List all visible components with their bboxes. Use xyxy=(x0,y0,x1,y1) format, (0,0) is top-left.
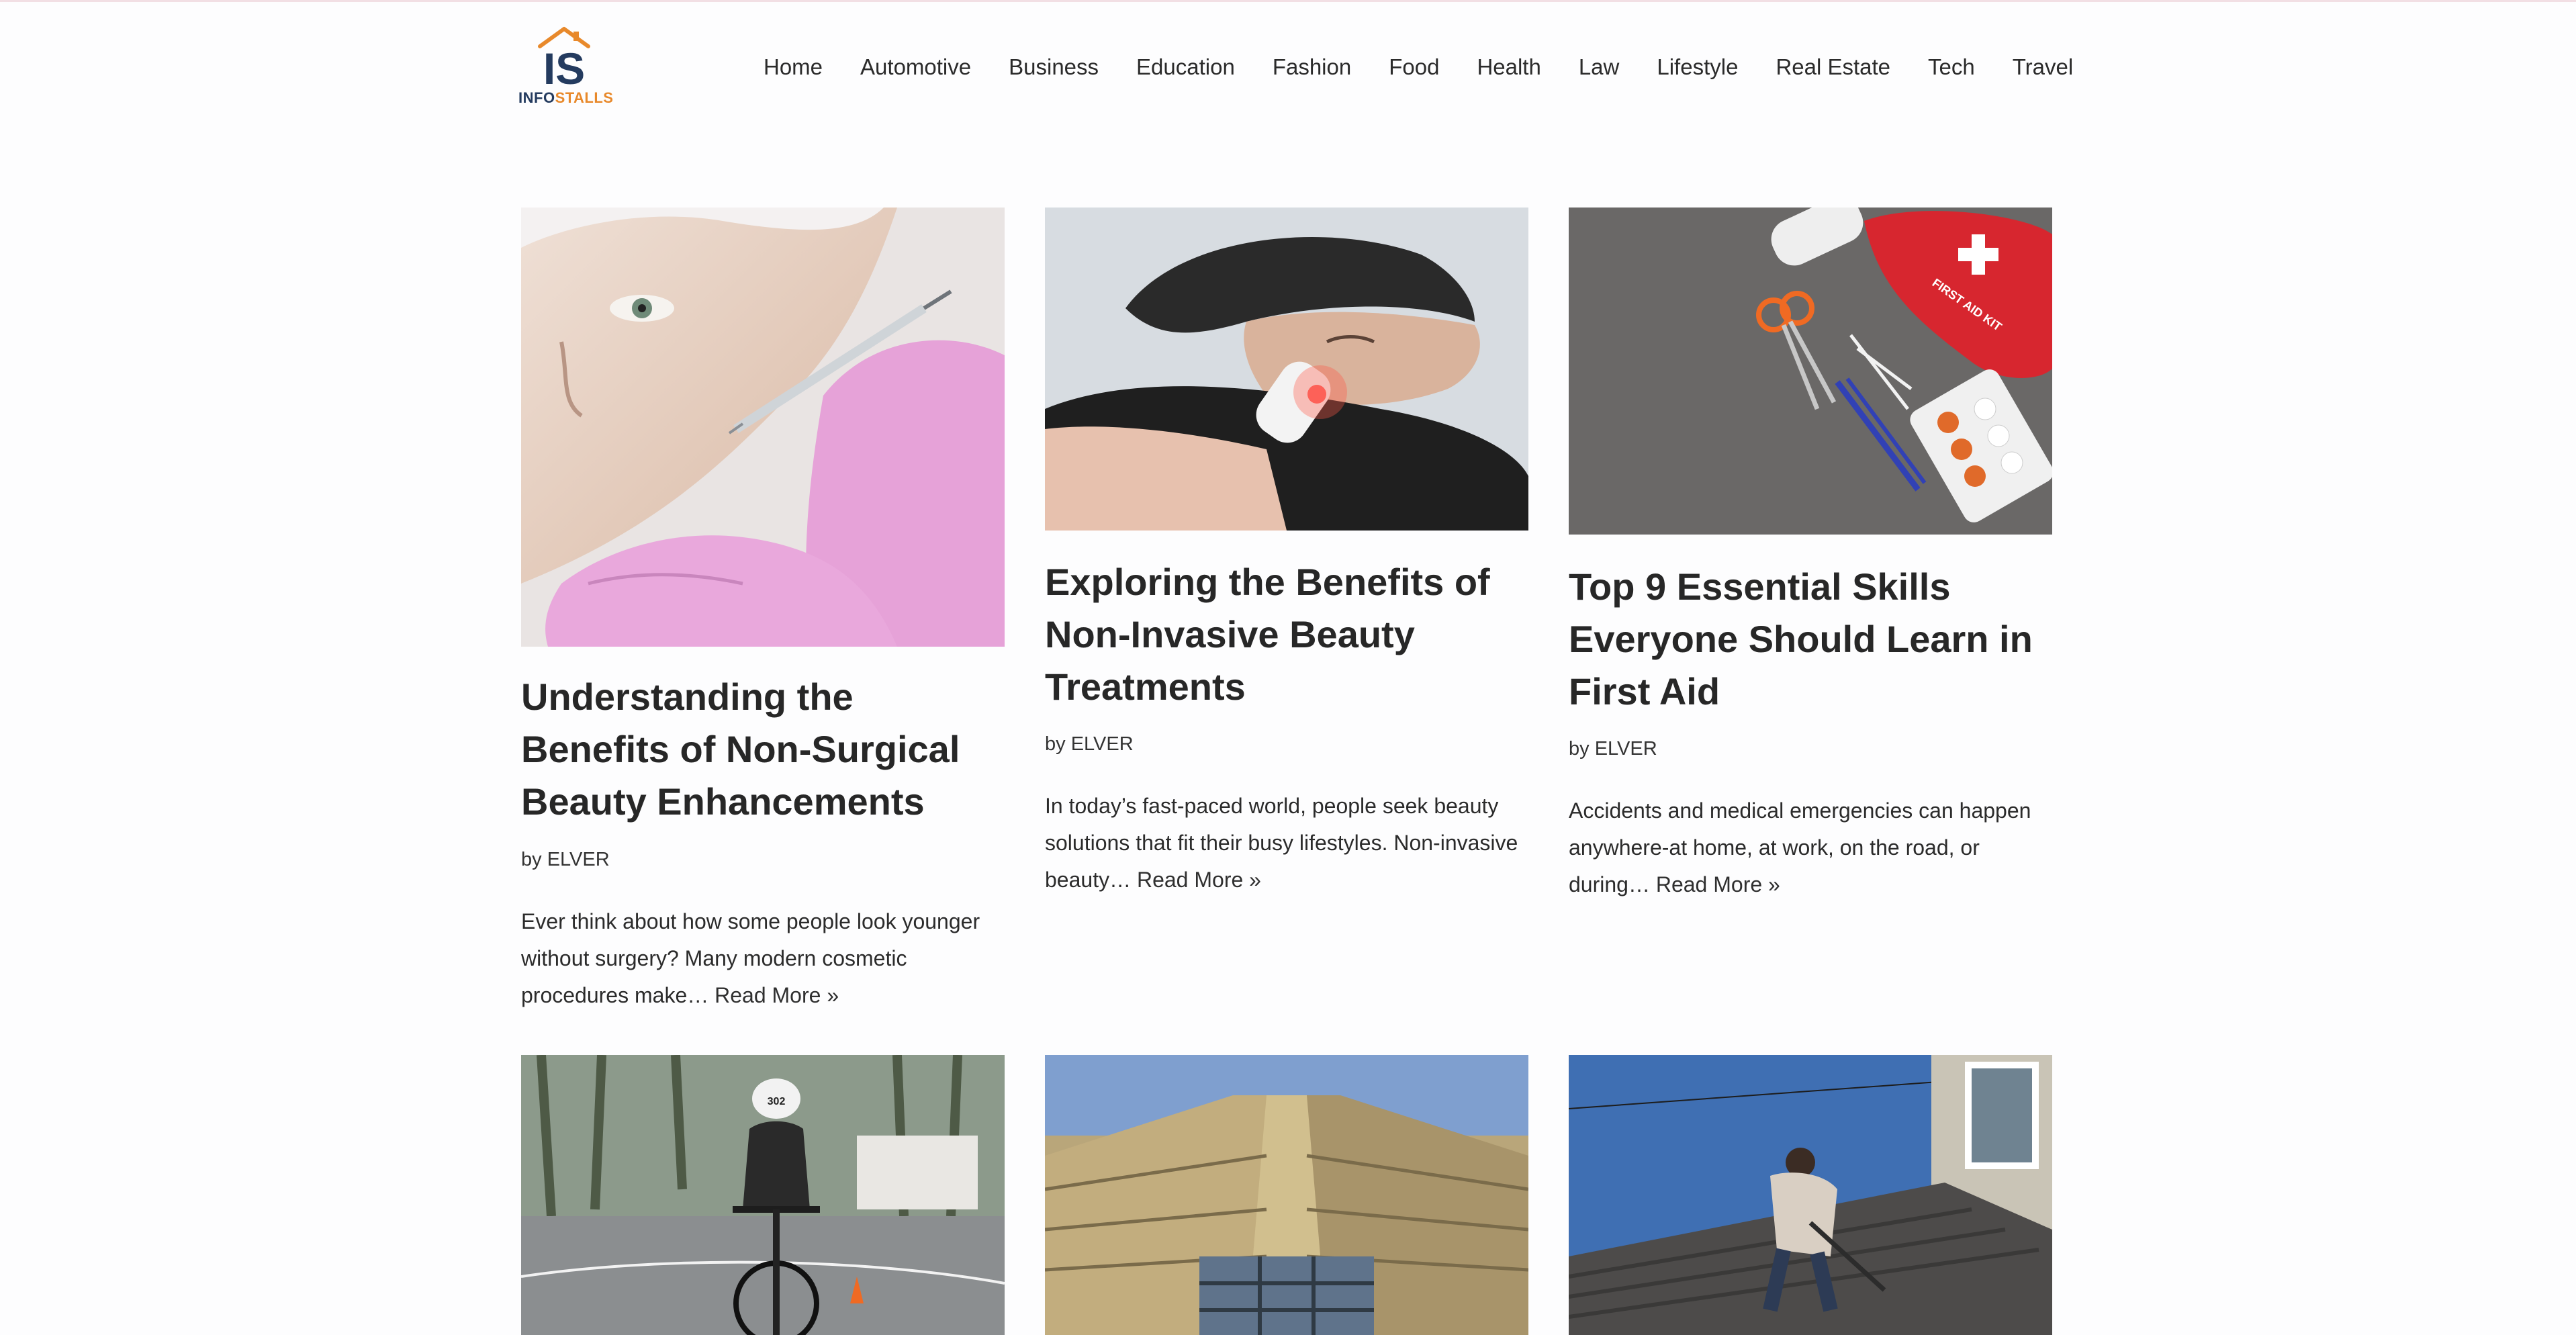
byline-prefix: by xyxy=(1569,738,1590,759)
byline-prefix: by xyxy=(521,849,542,870)
main-nav: Home Automotive Business Education Fashi… xyxy=(764,50,2073,84)
site-header: IS INFOSTALLS Home Automotive Business E… xyxy=(0,2,2576,130)
read-more-link[interactable]: Read More » xyxy=(1656,872,1780,896)
post-thumbnail-building[interactable] xyxy=(1045,1055,1528,1335)
post-thumbnail-cyclist[interactable]: 302 xyxy=(521,1055,1005,1335)
post-byline: by ELVER xyxy=(1569,738,1657,760)
nav-item-tech[interactable]: Tech xyxy=(1928,50,1975,84)
building-facade-image xyxy=(1045,1055,1528,1335)
nav-item-education[interactable]: Education xyxy=(1136,50,1235,84)
logo-house-icon: IS xyxy=(538,27,590,88)
cosmetic-injection-image xyxy=(521,208,1005,647)
logo-info-text: INFO xyxy=(518,89,555,106)
excerpt-text: In today’s fast-paced world, people seek… xyxy=(1045,794,1518,892)
nav-item-real-estate[interactable]: Real Estate xyxy=(1776,50,1890,84)
first-aid-kit-image: FIRST AID KIT xyxy=(1569,208,2052,535)
nav-item-law[interactable]: Law xyxy=(1579,50,1620,84)
nav-item-lifestyle[interactable]: Lifestyle xyxy=(1657,50,1738,84)
post-title[interactable]: Exploring the Benefits of Non-Invasive B… xyxy=(1045,556,1528,713)
post-thumbnail-roof-repair[interactable] xyxy=(1569,1055,2052,1335)
nav-item-home[interactable]: Home xyxy=(764,50,823,84)
cyclist-race-image: 302 xyxy=(521,1055,1005,1335)
excerpt-text: Accidents and medical emergencies can ha… xyxy=(1569,798,2031,896)
post-excerpt: Ever think about how some people look yo… xyxy=(521,903,1005,1014)
logo-mark: IS xyxy=(543,44,585,88)
read-more-link[interactable]: Read More » xyxy=(1137,868,1261,892)
post-excerpt: Accidents and medical emergencies can ha… xyxy=(1569,792,2052,903)
post-thumbnail-first-aid[interactable]: FIRST AID KIT xyxy=(1569,208,2052,535)
logo-stalls-text: STALLS xyxy=(555,89,614,106)
author-link[interactable]: ELVER xyxy=(547,849,610,870)
post-thumbnail-cosmetic-injection[interactable] xyxy=(521,208,1005,647)
facial-device-treatment-image xyxy=(1045,208,1528,531)
post-excerpt: In today’s fast-paced world, people seek… xyxy=(1045,788,1528,899)
post-thumbnail-facial-treatment[interactable] xyxy=(1045,208,1528,531)
post-title[interactable]: Top 9 Essential Skills Everyone Should L… xyxy=(1569,561,2052,718)
nav-item-fashion[interactable]: Fashion xyxy=(1273,50,1351,84)
nav-item-business[interactable]: Business xyxy=(1009,50,1099,84)
author-link[interactable]: ELVER xyxy=(1595,738,1657,759)
roof-repair-worker-image xyxy=(1569,1055,2052,1335)
nav-item-automotive[interactable]: Automotive xyxy=(860,50,971,84)
nav-item-health[interactable]: Health xyxy=(1477,50,1540,84)
nav-item-food[interactable]: Food xyxy=(1389,50,1439,84)
bib-number: 302 xyxy=(768,1096,786,1107)
nav-item-travel[interactable]: Travel xyxy=(2013,50,2073,84)
byline-prefix: by xyxy=(1045,733,1066,755)
author-link[interactable]: ELVER xyxy=(1071,733,1134,755)
post-byline: by ELVER xyxy=(1045,733,1134,755)
read-more-link[interactable]: Read More » xyxy=(715,983,839,1007)
site-logo[interactable]: IS INFOSTALLS xyxy=(518,26,626,110)
logo-wordmark: INFOSTALLS xyxy=(518,89,613,107)
post-byline: by ELVER xyxy=(521,849,610,871)
post-title[interactable]: Understanding the Benefits of Non-Surgic… xyxy=(521,671,1005,828)
